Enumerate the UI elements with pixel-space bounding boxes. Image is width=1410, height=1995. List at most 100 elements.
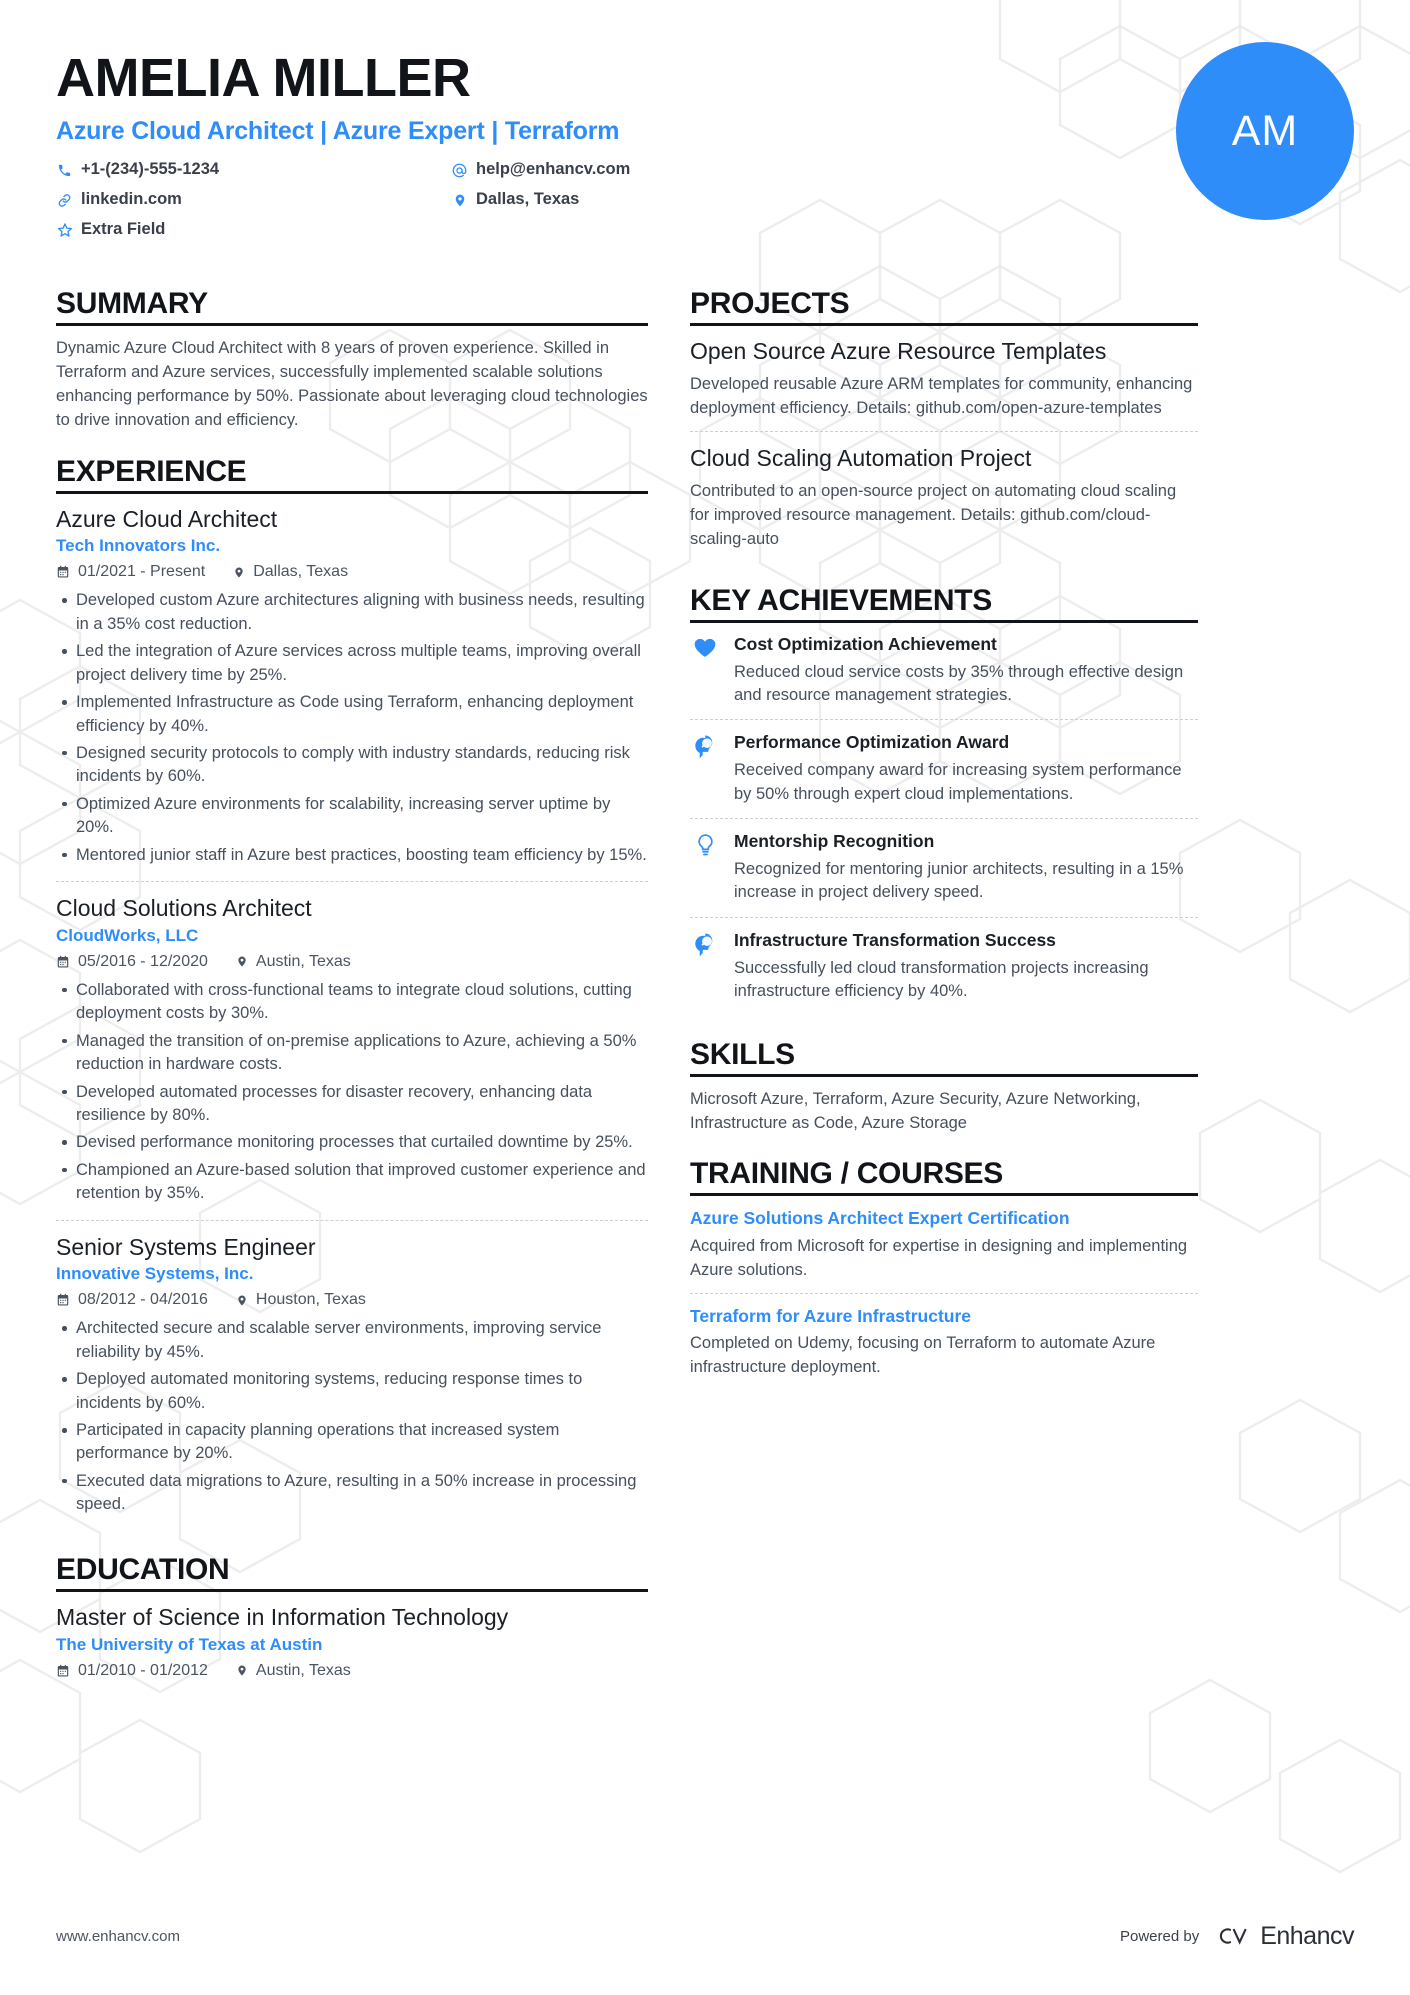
calendar-icon [56,955,70,969]
location-icon [236,1663,248,1678]
achievement-title: Performance Optimization Award [734,732,1010,753]
summary-heading: SUMMARY [56,287,208,320]
calendar-icon [56,1664,70,1678]
achievement-body: Cost Optimization Achievement Reduced cl… [734,634,1198,708]
achievement-item: Infrastructure Transformation Success Su… [690,916,1198,1016]
experience-org: Tech Innovators Inc. [56,536,221,556]
location-icon [236,954,248,969]
section-key-achievements: KEY ACHIEVEMENTS Cost Optimization Achie… [690,584,1198,1016]
contact-linkedin-value: linkedin.com [81,190,182,209]
education-location: Austin, Texas [255,1661,351,1679]
education-org: The University of Texas at Austin [56,1634,323,1654]
section-summary: SUMMARY Dynamic Azure Cloud Architect wi… [56,287,648,433]
experience-meta: 01/2021 - Present Dallas, Texas [56,563,648,581]
achievement-description: Successfully led cloud transformation pr… [734,958,1149,1001]
experience-org: Innovative Systems, Inc. [56,1264,254,1284]
experience-bullets: Architected secure and scalable server e… [56,1317,648,1516]
education-title: Master of Science in Information Technol… [56,1603,509,1630]
section-projects: PROJECTS Open Source Azure Resource Temp… [690,287,1198,562]
achievement-item: Cost Optimization Achievement Reduced cl… [690,634,1198,720]
resume-columns: SUMMARY Dynamic Azure Cloud Architect wi… [56,287,1354,1720]
achievement-item: Mentorship Recognition Recognized for me… [690,818,1198,917]
experience-entry: Senior Systems Engineer Innovative Syste… [56,1219,648,1531]
experience-heading: EXPERIENCE [56,454,247,488]
contact-phone-value: +1-(234)-555-1234 [81,160,220,179]
project-description: Contributed to an open-source project on… [690,481,1177,548]
experience-bullets: Developed custom Azure architectures ali… [56,589,648,867]
contact-column-left: +1-(234)-555-1234 linkedin.com Extra Fie… [56,158,451,248]
right-column: PROJECTS Open Source Azure Resource Temp… [690,287,1198,1412]
list-item: Implemented Infrastructure as Code using… [56,691,648,738]
avatar: AM [1176,42,1354,220]
location-icon [236,1293,248,1308]
experience-rule [56,490,648,494]
summary-rule [56,323,648,326]
experience-title: Senior Systems Engineer [56,1233,316,1260]
avatar-initials: AM [1231,106,1299,155]
list-item: Architected secure and scalable server e… [56,1317,648,1364]
contact-location-value: Dallas, Texas [476,190,580,209]
list-item: Collaborated with cross-functional teams… [56,979,648,1026]
skills-heading: SKILLS [690,1037,795,1071]
contact-grid: +1-(234)-555-1234 linkedin.com Extra Fie… [56,158,846,248]
experience-location: Austin, Texas [255,952,351,970]
experience-entry: Azure Cloud Architect Tech Innovators In… [56,505,648,881]
list-item: Developed automated processes for disast… [56,1081,648,1128]
training-title: Terraform for Azure Infrastructure [690,1305,972,1326]
achievement-item: Performance Optimization Award Received … [690,719,1198,818]
skills-rule [690,1073,1198,1077]
experience-org: CloudWorks, LLC [56,925,199,945]
training-description: Acquired from Microsoft for expertise in… [690,1236,1188,1279]
achievement-description: Received company award for increasing sy… [734,761,1182,803]
list-item: Championed an Azure-based solution that … [56,1159,648,1206]
project-title: Cloud Scaling Automation Project [690,444,1032,471]
contact-linkedin[interactable]: linkedin.com [56,188,451,212]
lightbulb-icon [690,831,720,905]
education-rule [56,1588,648,1592]
at-icon [451,162,468,179]
location-icon [233,565,245,580]
achievement-body: Mentorship Recognition Recognized for me… [734,831,1198,905]
summary-text: Dynamic Azure Cloud Architect with 8 yea… [56,339,648,429]
list-item: Executed data migrations to Azure, resul… [56,1470,648,1517]
experience-entry: Cloud Solutions Architect CloudWorks, LL… [56,881,648,1220]
achievement-body: Performance Optimization Award Received … [734,732,1198,806]
education-entry: Master of Science in Information Technol… [56,1603,648,1698]
achievement-title: Infrastructure Transformation Success [734,929,1056,950]
resume-content: AMELIA MILLER Azure Cloud Architect | Az… [0,0,1410,1720]
contact-phone[interactable]: +1-(234)-555-1234 [56,158,451,182]
experience-title: Azure Cloud Architect [56,505,278,532]
experience-bullets: Collaborated with cross-functional teams… [56,979,648,1206]
contact-email[interactable]: help@enhancv.com [451,158,846,182]
list-item: Managed the transition of on-premise app… [56,1030,648,1077]
list-item: Optimized Azure environments for scalabi… [56,793,648,840]
contact-location[interactable]: Dallas, Texas [451,188,846,212]
star-icon [56,222,73,238]
list-item: Designed security protocols to comply wi… [56,742,648,789]
left-column: SUMMARY Dynamic Azure Cloud Architect wi… [56,287,648,1720]
list-item: Led the integration of Azure services ac… [56,640,648,687]
experience-location: Dallas, Texas [253,563,349,581]
list-item: Deployed automated monitoring systems, r… [56,1368,648,1415]
section-skills: SKILLS Microsoft Azure, Terraform, Azure… [690,1038,1198,1136]
achievement-body: Infrastructure Transformation Success Su… [734,930,1198,1004]
experience-meta: 08/2012 - 04/2016 Houston, Texas [56,1291,648,1309]
project-title: Open Source Azure Resource Templates [690,338,1107,364]
heart-icon [690,634,720,708]
achievements-heading: KEY ACHIEVEMENTS [690,583,992,617]
list-item: Devised performance monitoring processes… [56,1131,648,1154]
location-icon [451,192,468,209]
enhancv-wordmark: Enhancv [1260,1921,1354,1950]
section-education: EDUCATION Master of Science in Informati… [56,1553,648,1698]
headline-subtitle: Azure Cloud Architect | Azure Expert | T… [56,117,620,146]
footer-url[interactable]: www.enhancv.com [56,1928,180,1945]
powered-by-label: Powered by [1119,1927,1200,1945]
education-dates: 01/2010 - 01/2012 [78,1661,208,1679]
list-item: Developed custom Azure architectures ali… [56,589,648,636]
projects-heading: PROJECTS [690,287,850,320]
experience-meta: 05/2016 - 12/2020 Austin, Texas [56,953,648,971]
training-entry: Terraform for Azure Infrastructure Compl… [690,1292,1198,1390]
phone-icon [56,163,73,178]
contact-extra[interactable]: Extra Field [56,218,451,242]
training-heading: TRAINING / COURSES [690,1157,1003,1191]
